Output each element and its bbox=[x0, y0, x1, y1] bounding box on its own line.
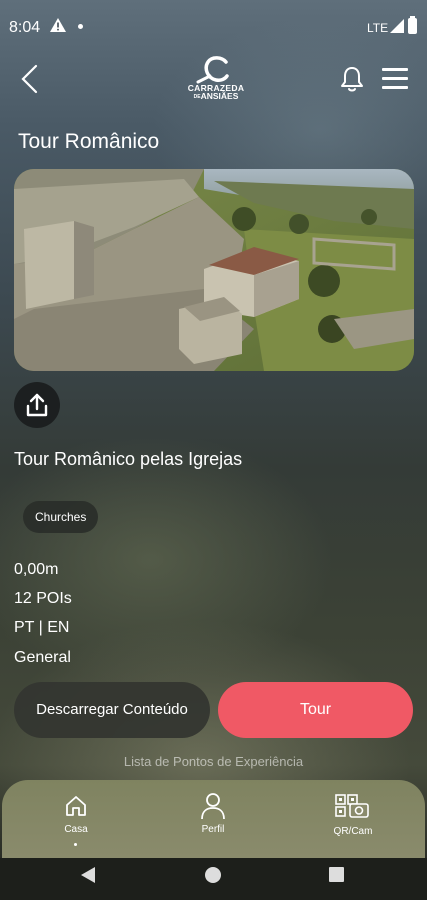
castle-church-photo bbox=[14, 169, 414, 371]
bell-icon bbox=[341, 67, 363, 92]
bottom-navigation: Casa Perfil QR/Cam bbox=[2, 780, 425, 858]
nav-label-home: Casa bbox=[64, 824, 88, 835]
system-navigation-bar bbox=[0, 858, 427, 900]
menu-button[interactable] bbox=[380, 66, 410, 92]
tour-distance: 0,00m bbox=[14, 561, 59, 578]
active-indicator-icon bbox=[74, 843, 77, 846]
status-bar: 8:04 LTE bbox=[0, 0, 427, 52]
tour-poi-count: 12 POIs bbox=[14, 590, 72, 607]
category-chip[interactable]: Churches bbox=[23, 501, 99, 533]
nav-item-profile[interactable]: Perfil bbox=[168, 780, 258, 856]
chevron-left-icon bbox=[21, 64, 38, 94]
share-button[interactable] bbox=[14, 382, 60, 428]
notifications-button[interactable] bbox=[338, 64, 366, 94]
system-recents-icon[interactable] bbox=[329, 867, 344, 882]
menu-line-icon bbox=[382, 68, 408, 71]
nav-item-qr-cam[interactable]: QR/Cam bbox=[308, 780, 398, 856]
start-tour-button[interactable]: Tour bbox=[218, 682, 413, 738]
home-icon bbox=[66, 796, 86, 816]
back-button[interactable] bbox=[14, 62, 44, 96]
warning-icon bbox=[50, 18, 66, 32]
nav-item-home[interactable]: Casa bbox=[31, 780, 121, 856]
logo-subname: DEANSIÃES bbox=[180, 92, 252, 101]
tour-type: General bbox=[14, 649, 71, 666]
tour-hero-image bbox=[14, 169, 414, 371]
nav-label-qr-cam: QR/Cam bbox=[333, 826, 373, 837]
profile-icon bbox=[201, 793, 225, 820]
tour-languages: PT | EN bbox=[14, 619, 70, 636]
notification-dot-icon bbox=[78, 24, 83, 29]
logo-subname-text: ANSIÃES bbox=[200, 91, 239, 101]
menu-line-icon bbox=[382, 86, 408, 89]
system-home-icon[interactable] bbox=[205, 867, 221, 883]
download-content-button[interactable]: Descarregar Conteúdo bbox=[14, 682, 210, 738]
share-icon bbox=[26, 393, 48, 417]
logo-connector: DE bbox=[193, 93, 201, 100]
page-title: Tour Românico bbox=[18, 130, 160, 153]
status-time: 8:04 bbox=[9, 19, 41, 36]
tour-name: Tour Românico pelas Igrejas bbox=[14, 449, 243, 469]
system-back-icon[interactable] bbox=[80, 866, 96, 884]
signal-icon bbox=[390, 19, 404, 33]
poi-list-heading: Lista de Pontos de Experiência bbox=[123, 754, 304, 769]
top-bar: CARRAZEDA DEANSIÃES bbox=[0, 52, 427, 108]
logo-mark-icon bbox=[196, 56, 229, 84]
menu-line-icon bbox=[382, 77, 408, 80]
app-logo: CARRAZEDA DEANSIÃES bbox=[180, 56, 252, 108]
nav-label-profile: Perfil bbox=[201, 824, 225, 835]
battery-icon bbox=[408, 16, 417, 34]
network-type: LTE bbox=[367, 21, 389, 35]
qr-camera-icon bbox=[335, 794, 369, 818]
